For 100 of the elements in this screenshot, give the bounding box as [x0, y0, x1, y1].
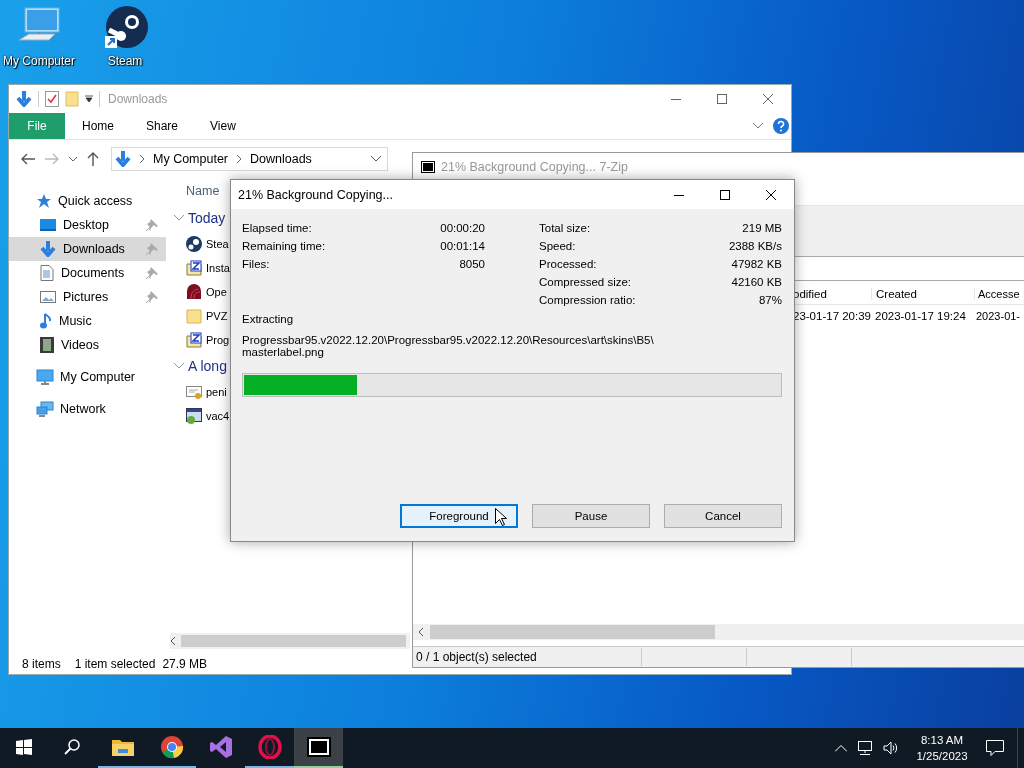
circle-logo-icon[interactable] — [159, 735, 184, 759]
stat-value: 47982 KB — [730, 258, 782, 270]
nav-item[interactable]: Desktop — [9, 213, 166, 237]
scroll-left-icon[interactable] — [418, 628, 424, 636]
file-item[interactable]: Prog — [186, 328, 230, 352]
chevron-down-icon — [174, 363, 184, 369]
stat-value: 87% — [757, 294, 782, 306]
stat-label: Remaining time: — [242, 240, 327, 252]
ribbon-logo-icon[interactable] — [208, 735, 233, 759]
stat-value: 219 MB — [741, 222, 782, 234]
stat-label: Processed: — [539, 258, 598, 270]
stat-value: 00:00:20 — [440, 222, 485, 234]
stat-value: 00:01:14 — [440, 240, 485, 252]
network-icon[interactable] — [857, 741, 873, 755]
nav-item[interactable]: Pictures — [9, 285, 166, 309]
folder-icon — [186, 308, 202, 324]
dialog-button[interactable]: Pause — [532, 504, 650, 528]
computer-icon — [36, 369, 54, 385]
stat-label: Elapsed time: — [242, 222, 313, 234]
down-arrow-icon — [40, 241, 56, 257]
file-item[interactable]: Ope — [186, 280, 227, 304]
chevron-down-icon[interactable] — [753, 123, 763, 129]
maximize-icon — [717, 94, 727, 104]
column-header[interactable]: odified — [793, 287, 827, 300]
ring-icon[interactable] — [257, 735, 282, 759]
horizontal-scrollbar[interactable] — [413, 624, 1024, 640]
stat-label: Speed: — [539, 240, 577, 252]
archive-app-icon — [421, 160, 435, 173]
chevron-right-icon — [236, 155, 243, 163]
speaker-icon[interactable] — [883, 741, 899, 755]
file-item[interactable]: vac4 — [186, 404, 230, 428]
taskbar-button[interactable] — [294, 728, 343, 768]
clock-date[interactable]: 1/25/2023 — [916, 748, 968, 764]
up-arrow-icon[interactable] — [87, 152, 99, 166]
notification-icon[interactable] — [986, 740, 1004, 756]
film-icon — [40, 337, 54, 353]
dialog-button[interactable]: Cancel — [664, 504, 782, 528]
stat-label: Files: — [242, 258, 271, 270]
breadcrumb[interactable]: My Computer — [153, 152, 229, 166]
ribbon-tab[interactable]: View — [195, 113, 251, 139]
nav-item[interactable]: Quick access — [9, 189, 166, 213]
nav-item[interactable]: My Computer — [9, 365, 166, 389]
file-item[interactable]: peni — [186, 380, 227, 404]
table-cell: 2023-01- — [976, 309, 1021, 322]
maximize-icon — [720, 189, 730, 200]
close-icon — [763, 94, 773, 104]
nav-item[interactable]: Videos — [9, 333, 166, 357]
dialog-title: 21% Background Copying... — [238, 187, 393, 202]
file-item[interactable]: Stea — [186, 232, 229, 256]
nav-item[interactable]: Documents — [9, 261, 166, 285]
archive-icon — [186, 332, 202, 348]
dialog-button[interactable]: Foreground — [400, 504, 518, 528]
ribbon-tab[interactable]: Share — [131, 113, 194, 139]
checklist-icon[interactable] — [45, 91, 59, 107]
window-title: 21% Background Copying... 7-Zip — [441, 159, 628, 174]
group-header[interactable]: Today — [174, 204, 226, 232]
document-icon — [40, 265, 54, 281]
scrollbar-thumb[interactable] — [430, 625, 715, 639]
stat-label: Compressed size: — [539, 276, 633, 288]
down-arrow-icon[interactable] — [16, 91, 32, 107]
stat-value: 8050 — [458, 258, 485, 270]
chevron-down-icon — [174, 215, 184, 221]
stat-label: Total size: — [539, 222, 592, 234]
column-header[interactable]: Accesse — [978, 287, 1020, 300]
chevron-down-icon[interactable] — [371, 156, 381, 162]
archive-app-icon[interactable] — [306, 737, 331, 757]
down-arrow-icon — [115, 151, 131, 167]
file-item[interactable]: PVZ — [186, 304, 228, 328]
address-bar[interactable]: My Computer Downloads — [111, 147, 388, 171]
start-icon — [16, 739, 32, 755]
nav-item[interactable]: Music — [9, 309, 166, 333]
status-text: 27.9 MB — [162, 656, 208, 671]
horizontal-scrollbar[interactable] — [170, 633, 410, 649]
archive-icon — [186, 260, 202, 276]
status-text: 1 item selected — [74, 656, 156, 671]
status-text: 0 / 1 object(s) selected — [415, 650, 538, 664]
file-item[interactable]: Insta — [186, 256, 230, 280]
certificate-icon — [186, 384, 202, 400]
group-header[interactable]: A long — [174, 352, 227, 380]
caret-icon[interactable] — [85, 95, 93, 103]
nav-item[interactable]: Downloads — [9, 237, 166, 261]
back-arrow-icon[interactable] — [21, 153, 35, 165]
ribbon-tab[interactable]: Home — [67, 113, 129, 139]
nav-item[interactable]: Network — [9, 397, 166, 421]
clock-time[interactable]: 8:13 AM — [920, 732, 964, 748]
breadcrumb[interactable]: Downloads — [250, 152, 312, 166]
help-icon[interactable] — [773, 118, 789, 134]
operation-label: Extracting — [242, 313, 295, 325]
mouse-cursor-icon — [495, 508, 507, 526]
scroll-left-icon[interactable] — [170, 637, 176, 645]
scrollbar-thumb[interactable] — [181, 635, 406, 647]
chevron-right-icon — [139, 155, 145, 163]
picture-icon — [40, 290, 56, 304]
chevron-up-icon[interactable] — [835, 744, 847, 752]
folder-icon[interactable] — [111, 738, 134, 756]
column-header[interactable]: Name — [186, 184, 220, 198]
stat-value: 42160 KB — [730, 276, 782, 288]
column-header[interactable]: Created — [876, 287, 917, 300]
round-logo-icon — [186, 236, 202, 252]
chevron-down-icon[interactable] — [69, 156, 77, 162]
